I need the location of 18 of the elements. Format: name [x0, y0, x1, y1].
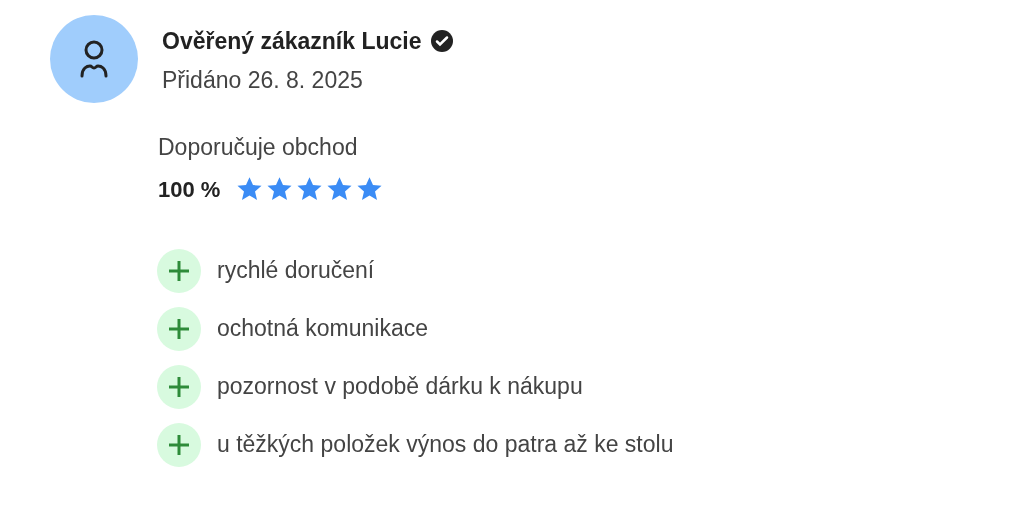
plus-icon [157, 422, 201, 467]
review-date: Přidáno 26. 8. 2025 [162, 65, 364, 95]
pro-text: pozornost v podobě dárku k nákupu [217, 372, 583, 402]
recommend-value: 100 % [158, 175, 221, 204]
recommend-label: Doporučuje obchod [158, 133, 359, 162]
star-icon [326, 176, 354, 202]
star-icon [296, 176, 324, 202]
user-icon [79, 40, 109, 78]
pro-text: u těžkých položek výnos do patra až ke stolu [217, 430, 674, 460]
star-icon [266, 176, 294, 202]
pro-text: ochotná komunikace [217, 314, 428, 344]
star-icon [356, 176, 384, 202]
author-name: Ověřený zákazník Lucie [162, 27, 422, 56]
plus-icon [157, 306, 201, 351]
pro-text: rychlé doručení [217, 256, 375, 286]
plus-icon [157, 364, 201, 409]
star-icon [236, 176, 264, 202]
plus-icon [157, 248, 201, 293]
